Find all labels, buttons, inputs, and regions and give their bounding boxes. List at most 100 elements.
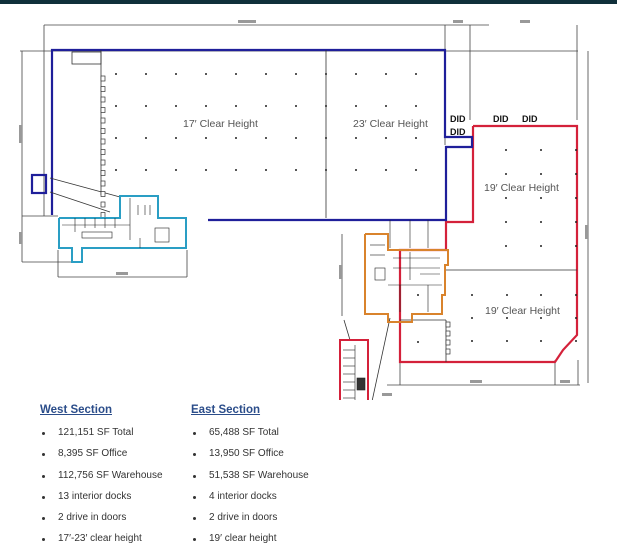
column-dot xyxy=(235,137,237,139)
dimension-mark xyxy=(470,380,482,383)
dock-door xyxy=(445,348,451,355)
drive-in-door-label: DID xyxy=(493,114,509,124)
column-dot xyxy=(506,340,508,342)
dock-door xyxy=(100,86,106,92)
column-dot xyxy=(115,169,117,171)
west-office-boundary xyxy=(58,195,187,263)
area-label-west-17: 17′ Clear Height xyxy=(183,118,258,130)
column-dot xyxy=(115,137,117,139)
column-dot xyxy=(145,105,147,107)
east-warehouse-outline xyxy=(398,124,579,364)
east-office-outline xyxy=(364,233,449,323)
column-dot xyxy=(575,294,577,296)
east-section-legend: East Section 65,488 SF Total 13,950 SF O… xyxy=(191,404,309,550)
east-office-boundary xyxy=(364,233,449,323)
callout-line xyxy=(371,317,391,400)
column-dot xyxy=(175,137,177,139)
column-dot xyxy=(175,169,177,171)
dock-door xyxy=(100,107,106,113)
column-dot xyxy=(295,73,297,75)
column-dot xyxy=(325,169,327,171)
dock-door xyxy=(100,191,106,197)
dimension-mark xyxy=(382,393,392,396)
column-dot xyxy=(295,169,297,171)
column-dot xyxy=(575,197,577,199)
column-dot xyxy=(355,169,357,171)
east-warehouse-boundary xyxy=(398,124,579,364)
west-drive-in-doors: 2 drive in doors xyxy=(40,507,163,528)
dock-door xyxy=(100,128,106,134)
dock-door xyxy=(100,149,106,155)
dimension-mark xyxy=(116,272,128,275)
column-dot xyxy=(355,105,357,107)
east-section-list: 65,488 SF Total 13,950 SF Office 51,538 … xyxy=(191,422,309,550)
column-dot xyxy=(235,105,237,107)
column-dot xyxy=(265,73,267,75)
drive-in-door-label: DID xyxy=(450,127,466,137)
east-office-sf: 13,950 SF Office xyxy=(191,443,309,464)
column-dot xyxy=(295,105,297,107)
column-dot xyxy=(235,169,237,171)
dock-door xyxy=(100,180,106,187)
column-dot xyxy=(205,73,207,75)
column-dot xyxy=(325,137,327,139)
dock-door xyxy=(445,339,451,346)
column-dot xyxy=(235,73,237,75)
column-dot xyxy=(506,294,508,296)
east-drive-in-doors: 2 drive in doors xyxy=(191,507,309,528)
column-dot xyxy=(505,173,507,175)
west-office-outline xyxy=(58,195,187,263)
column-dot xyxy=(540,317,542,319)
column-dot xyxy=(540,173,542,175)
west-section-list: 121,151 SF Total 8,395 SF Office 112,756… xyxy=(40,422,163,550)
column-dot xyxy=(385,73,387,75)
column-dot xyxy=(145,169,147,171)
column-dot xyxy=(505,245,507,247)
column-dot xyxy=(115,105,117,107)
drive-in-door-label: DID xyxy=(522,114,538,124)
west-interior-docks: 13 interior docks xyxy=(40,486,163,507)
dimension-mark xyxy=(560,380,570,383)
column-dot xyxy=(265,105,267,107)
office-detail-inset xyxy=(339,339,369,400)
column-dot xyxy=(575,149,577,151)
dimension-mark xyxy=(453,20,463,23)
east-total-sf: 65,488 SF Total xyxy=(191,422,309,443)
dock-door xyxy=(100,201,106,208)
column-dot xyxy=(145,137,147,139)
column-dot xyxy=(575,317,577,319)
dock-door xyxy=(100,138,106,145)
west-section-title: West Section xyxy=(40,404,112,416)
column-dot xyxy=(355,137,357,139)
west-warehouse-sf: 112,756 SF Warehouse xyxy=(40,465,163,486)
column-dot xyxy=(575,245,577,247)
column-dot xyxy=(205,169,207,171)
column-dot xyxy=(175,105,177,107)
east-section-title: East Section xyxy=(191,404,261,416)
dock-door xyxy=(100,212,106,218)
area-label-west-23: 23′ Clear Height xyxy=(353,118,428,130)
dock-door xyxy=(100,96,106,103)
column-dot xyxy=(575,221,577,223)
west-warehouse-boundary xyxy=(50,48,474,222)
dock-door xyxy=(100,117,106,124)
west-clear-height: 17′-23′ clear height xyxy=(40,528,163,549)
column-dot xyxy=(505,197,507,199)
dock-door xyxy=(100,75,106,82)
column-dot xyxy=(575,340,577,342)
area-label-east-lower: 19′ Clear Height xyxy=(485,305,560,317)
column-dot xyxy=(540,221,542,223)
east-interior-docks: 4 interior docks xyxy=(191,486,309,507)
column-dot xyxy=(115,73,117,75)
column-dot xyxy=(325,105,327,107)
dock-door xyxy=(445,330,451,337)
west-office-rooms xyxy=(62,198,170,248)
column-dot xyxy=(471,317,473,319)
west-warehouse-outline xyxy=(30,48,474,222)
east-warehouse-sf: 51,538 SF Warehouse xyxy=(191,465,309,486)
column-dot xyxy=(325,73,327,75)
dock-door xyxy=(100,159,106,166)
column-dot xyxy=(540,294,542,296)
column-dot xyxy=(415,137,417,139)
dimension-mark xyxy=(238,20,256,23)
